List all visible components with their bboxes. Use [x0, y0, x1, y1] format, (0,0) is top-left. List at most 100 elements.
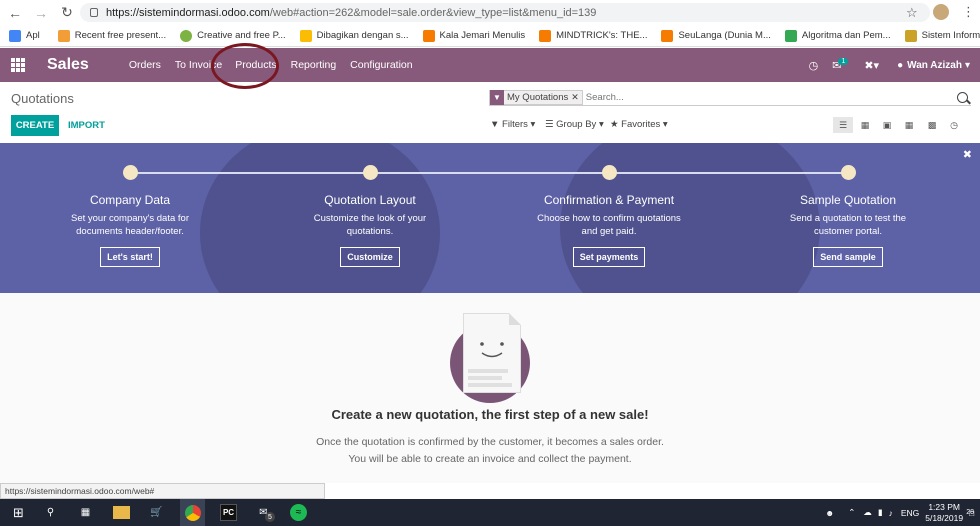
bookmark-star-icon[interactable]: ☆	[906, 5, 918, 21]
user-icon: ●	[897, 59, 904, 71]
clock[interactable]: 1:23 PM 5/18/2019	[925, 502, 963, 524]
calendar-view-icon[interactable]: ▣	[877, 117, 897, 133]
address-bar[interactable]: https://sistemindormasi.odoo.com/web#act…	[80, 3, 930, 22]
step-dot	[122, 165, 138, 180]
import-button[interactable]: IMPORT	[68, 115, 105, 136]
bookmark-favicon-icon	[57, 29, 70, 42]
forward-icon[interactable]: →	[30, 2, 52, 24]
user-name[interactable]: Wan Azizah	[907, 60, 962, 71]
debug-tools-icon[interactable]: ✖▾	[864, 59, 879, 72]
drive-icon	[784, 29, 797, 42]
windows-start-icon[interactable]: ⊞	[10, 504, 27, 521]
search-icon[interactable]: ⚲	[42, 504, 59, 521]
step-sample-quotation: Sample Quotation Send a quotation to tes…	[758, 165, 938, 267]
bookmark-item[interactable]: SeuLanga (Dunia M...	[661, 29, 771, 42]
clock-icon[interactable]: ◷	[809, 59, 819, 72]
bookmark-item[interactable]: Dibagikan dengan s...	[299, 29, 409, 42]
odoo-main-navbar: Sales Orders To Invoice Products Reporti…	[0, 48, 980, 82]
filter-icon: ▼	[490, 119, 500, 130]
bookmark-item[interactable]: Recent free present...	[57, 29, 166, 42]
blogger-icon	[539, 29, 552, 42]
chrome-icon[interactable]	[180, 499, 205, 526]
bookmark-favicon-icon	[180, 29, 193, 42]
app-name[interactable]: Sales	[47, 56, 89, 74]
step-title: Quotation Layout	[324, 193, 416, 207]
create-button[interactable]: CREATE	[11, 115, 59, 136]
onboarding-banner: ✖ Company Data Set your company's data f…	[0, 143, 980, 293]
menu-configuration[interactable]: Configuration	[350, 59, 412, 71]
network-icon[interactable]: ▮	[878, 507, 883, 518]
annotation-circle	[211, 43, 279, 89]
blogger-icon	[661, 29, 674, 42]
favorites-dropdown[interactable]: ★ Favorites ▾	[610, 119, 668, 130]
bookmark-item[interactable]: Algoritma dan Pem...	[784, 29, 891, 42]
notification-count: 28	[966, 509, 974, 516]
search-facet: ▼ My Quotations ✕	[489, 89, 583, 105]
people-icon[interactable]: ☻	[825, 508, 834, 518]
cloud-icon: ☁	[863, 507, 872, 517]
bookmark-item[interactable]: Kala Jemari Menulis	[422, 29, 525, 42]
step-description: Send a quotation to test the customer por…	[789, 213, 907, 237]
step-description: Customize the look of your quotations.	[313, 213, 427, 237]
menu-orders[interactable]: Orders	[129, 59, 161, 71]
step-title: Company Data	[89, 193, 171, 207]
navbar-systray: ◷ ✉ 1 ✖▾ ● Wan Azizah ▾	[809, 48, 970, 82]
reload-icon[interactable]: ↻	[56, 2, 78, 24]
graph-view-icon[interactable]: ▩	[922, 117, 942, 133]
spotify-icon[interactable]: ≈	[290, 504, 307, 521]
steps-progress-line	[130, 172, 848, 174]
remove-facet-icon[interactable]: ✕	[571, 92, 582, 103]
status-bar-url: https://sistemindormasi.odoo.com/web#	[0, 483, 325, 499]
bookmark-item[interactable]: MINDTRICK's: THE...	[539, 29, 647, 42]
url-host: https://sistemindormasi.odoo.com	[106, 6, 270, 19]
filters-dropdown[interactable]: ▼ Filters ▾	[490, 119, 535, 130]
search-input[interactable]	[585, 91, 946, 103]
menu-reporting[interactable]: Reporting	[291, 59, 337, 71]
bookmark-item[interactable]: Apl	[9, 29, 40, 42]
store-icon[interactable]: 🛒	[148, 504, 165, 521]
windows-taskbar: ⊞ ⚲ ▦ 🛒 PC ✉ 5 ≈ ☻ ⌃ ☁ ▮ ♪ ENG 1:23 PM 5…	[0, 499, 980, 526]
step-quotation-layout: Quotation Layout Customize the look of y…	[280, 165, 460, 267]
chevron-up-icon[interactable]: ⌃	[848, 507, 855, 518]
send-sample-button[interactable]: Send sample	[813, 247, 883, 267]
filter-icon: ▼	[490, 89, 504, 105]
profile-avatar[interactable]	[933, 4, 949, 20]
browser-toolbar: ← → ↻ https://sistemindormasi.odoo.com/w…	[0, 0, 980, 25]
back-icon[interactable]: ←	[4, 2, 26, 24]
activity-view-icon[interactable]: ◷	[944, 117, 964, 133]
search-icon[interactable]	[957, 92, 968, 103]
bookmark-item[interactable]: Creative and free P...	[180, 29, 286, 42]
set-payments-button[interactable]: Set payments	[572, 247, 646, 267]
smiling-document-icon	[463, 313, 521, 393]
step-confirmation-payment: Confirmation & Payment Choose how to con…	[519, 165, 699, 267]
close-icon[interactable]: ✖	[963, 148, 972, 161]
search-bar: ▼ My Quotations ✕	[489, 89, 971, 106]
step-title: Confirmation & Payment	[543, 193, 675, 207]
chevron-down-icon: ▾	[964, 59, 970, 71]
url-path: /web#action=262&model=sale.order&view_ty…	[269, 6, 597, 19]
volume-icon[interactable]: ♪	[889, 508, 893, 518]
empty-state-title: Create a new quotation, the first step o…	[331, 407, 649, 422]
star-icon: ★	[610, 119, 619, 130]
language-indicator[interactable]: ENG	[901, 508, 919, 518]
customize-button[interactable]: Customize	[340, 247, 400, 267]
messages-count-badge: 1	[838, 57, 849, 65]
pivot-view-icon[interactable]: ▦	[899, 117, 919, 133]
browser-menu-icon[interactable]: ⋮	[962, 4, 975, 20]
groupby-dropdown[interactable]: ☰ Group By ▾	[545, 119, 604, 130]
file-explorer-icon[interactable]	[113, 506, 130, 519]
apps-menu-icon[interactable]	[11, 58, 25, 72]
system-tray: ☻ ⌃ ☁ ▮ ♪ ENG 1:23 PM 5/18/2019 □ 28	[825, 499, 980, 526]
drive-icon	[299, 29, 312, 42]
page-title: Quotations	[11, 91, 74, 106]
step-description: Set your company's data for documents hea…	[71, 213, 189, 237]
list-view-icon[interactable]: ☰	[833, 117, 853, 133]
groupby-icon: ☰	[545, 119, 554, 130]
task-view-icon[interactable]: ▦	[77, 504, 94, 521]
step-dot	[362, 165, 378, 180]
empty-state-description: Once the quotation is confirmed by the c…	[316, 436, 664, 465]
kanban-view-icon[interactable]: ▦	[855, 117, 875, 133]
lets-start-button[interactable]: Let's start!	[100, 247, 160, 267]
bookmark-item[interactable]: Sistem Informasi M...	[904, 29, 980, 42]
pycharm-icon[interactable]: PC	[220, 504, 237, 521]
